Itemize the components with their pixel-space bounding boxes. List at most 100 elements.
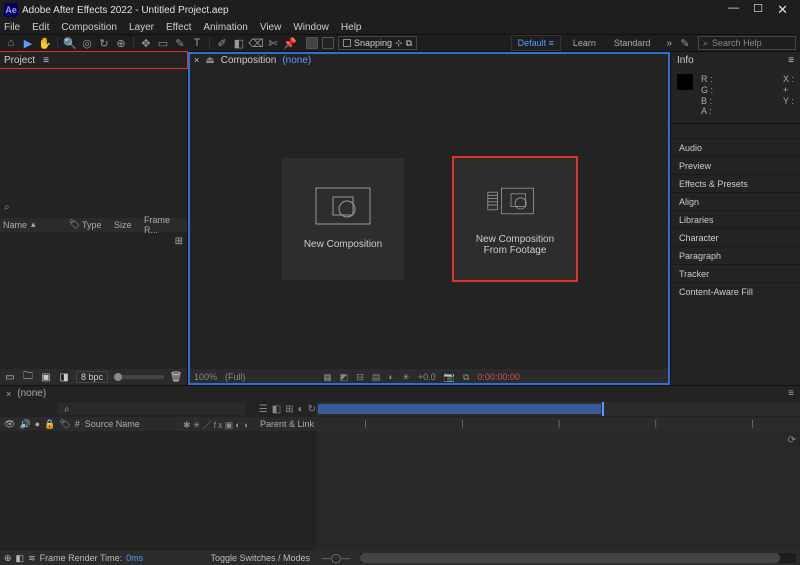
sort-asc-icon[interactable]: ▴ [31,219,36,230]
timeline-graph[interactable]: ⟳ [316,431,800,551]
new-adjust-icon[interactable]: ◨ [58,371,70,383]
zoom-tool-icon[interactable]: 🔍 [63,36,77,50]
interpret-icon[interactable]: ▭ [4,371,16,383]
project-col-name[interactable]: Name [3,220,27,230]
text-tool-icon[interactable]: T [190,36,204,50]
panel-menu-icon[interactable]: ≡ [43,55,49,66]
menu-file[interactable]: File [4,22,20,33]
workspace-standard[interactable]: Standard [608,36,657,50]
panel-align[interactable]: Align [671,192,800,210]
comp-quality[interactable]: (Full) [225,372,246,382]
panel-paragraph[interactable]: Paragraph [671,246,800,264]
tag-icon[interactable]: 🏷 [69,219,80,230]
source-name-col[interactable]: Source Name [85,419,179,429]
home-tool-icon[interactable]: ⌂ [4,36,18,50]
timeline-scrollbar[interactable] [360,553,796,563]
snapshot-icon[interactable]: 📷 [444,372,455,383]
timeline-tab-label[interactable]: (none) [17,388,46,399]
mask-icon[interactable]: ◩ [340,372,349,383]
tl-opt4-icon[interactable]: ◐ [298,404,304,415]
rect-tool-icon[interactable]: ▭ [156,36,170,50]
parent-link-col[interactable]: Parent & Link [260,419,316,429]
menu-view[interactable]: View [260,22,282,33]
swatch-icon[interactable] [306,37,318,49]
guides-icon[interactable]: ⊟ [356,372,364,383]
clone-tool-icon[interactable]: ◧ [232,36,246,50]
project-search-input[interactable]: ⌕ [4,202,183,214]
brush-tool-icon[interactable]: ✐ [215,36,229,50]
exposure-icon[interactable]: ☀ [402,372,410,383]
close-button[interactable]: ✕ [777,2,788,18]
timeline-layers[interactable] [0,431,316,551]
timeline-search-input[interactable]: ⌕ [58,403,245,415]
workspace-more-icon[interactable]: » [666,38,672,49]
tl-opt3-icon[interactable]: ⊞ [285,404,293,415]
comp-fps[interactable]: +0.0 [418,372,436,382]
channel-icon[interactable]: ◐ [388,372,393,382]
snapping-opt1-icon[interactable]: ⊹ [395,38,403,49]
workspace-default[interactable]: Default ≡ [511,35,561,51]
panel-preview[interactable]: Preview [671,156,800,174]
eraser-tool-icon[interactable]: ⌫ [249,36,263,50]
camera-tool-icon[interactable]: ⊕ [114,36,128,50]
panel-audio[interactable]: Audio [671,138,800,156]
timeline-ruler[interactable] [316,402,800,416]
comp-zoom[interactable]: 100% [194,372,217,382]
panel-tracker[interactable]: Tracker [671,264,800,282]
maximize-button[interactable]: ☐ [753,2,763,18]
menu-layer[interactable]: Layer [129,22,154,33]
menu-composition[interactable]: Composition [61,22,117,33]
hand-tool-icon[interactable]: ✋ [38,36,52,50]
tl-opt2-icon[interactable]: ◧ [272,404,281,415]
playhead[interactable] [602,402,604,416]
flowchart-icon[interactable]: ⊞ [175,236,183,366]
comp-time[interactable]: 0:00:00:00 [477,372,520,382]
new-composition-button[interactable]: New Composition [282,158,404,280]
motion-blur-icon[interactable]: ≋ [28,553,36,564]
tl-opt5-icon[interactable]: ↻ [308,404,316,415]
project-col-size[interactable]: Size [114,220,142,230]
workspace-learn[interactable]: Learn [567,36,602,50]
timeline-menu-icon[interactable]: ≡ [788,388,794,399]
lock-col-icon[interactable]: 🔒 [44,419,55,430]
tl-opt1-icon[interactable]: ☰ [259,404,268,415]
frame-blend-icon[interactable]: ◧ [16,553,25,564]
toggle-switches-button[interactable]: Toggle Switches / Modes [210,553,316,563]
roto-tool-icon[interactable]: ✄ [266,36,280,50]
region-icon[interactable]: ⧉ [463,372,469,383]
shy-icon[interactable]: ⊕ [4,553,12,564]
zoom-slider[interactable] [114,375,164,379]
grid-icon[interactable]: ▦ [323,372,332,383]
menu-animation[interactable]: Animation [203,22,247,33]
workspace-edit-icon[interactable]: ✎ [678,36,692,50]
selection-tool-icon[interactable]: ▶ [21,36,35,50]
menu-help[interactable]: Help [341,22,362,33]
menu-effect[interactable]: Effect [166,22,191,33]
info-menu-icon[interactable]: ≡ [788,55,794,66]
pen-tool-icon[interactable]: ✎ [173,36,187,50]
orbit-tool-icon[interactable]: ◎ [80,36,94,50]
swatch2-icon[interactable] [322,37,334,49]
new-folder-icon[interactable]: 🗀 [22,371,34,383]
puppet-tool-icon[interactable]: 📌 [283,36,297,50]
rotate-tool-icon[interactable]: ↻ [97,36,111,50]
tag-col-icon[interactable]: 🏷 [59,419,70,430]
project-panel-tab[interactable]: Project ≡ [0,52,187,68]
panel-character[interactable]: Character [671,228,800,246]
snapping-toggle[interactable]: Snapping ⊹ ⧉ [338,36,417,50]
anchor-tool-icon[interactable]: ✥ [139,36,153,50]
minimize-button[interactable]: — [728,2,739,18]
tl-x-icon[interactable]: × [6,389,11,399]
menu-edit[interactable]: Edit [32,22,49,33]
bpc-button[interactable]: 8 bpc [76,371,108,383]
search-help-input[interactable]: ⌕ Search Help [698,36,796,50]
view-icon[interactable]: ▤ [372,372,381,383]
comp-lock-icon[interactable]: ⏏ [205,55,214,66]
info-tab-label[interactable]: Info [677,55,694,66]
graph-cycle-icon[interactable]: ⟳ [788,435,796,446]
new-comp-icon[interactable]: ▣ [40,371,52,383]
panel-effects-presets[interactable]: Effects & Presets [671,174,800,192]
snapping-opt2-icon[interactable]: ⧉ [406,38,412,49]
eye-col-icon[interactable]: 👁 [4,419,15,430]
new-comp-from-footage-button[interactable]: New Composition From Footage [454,158,576,280]
